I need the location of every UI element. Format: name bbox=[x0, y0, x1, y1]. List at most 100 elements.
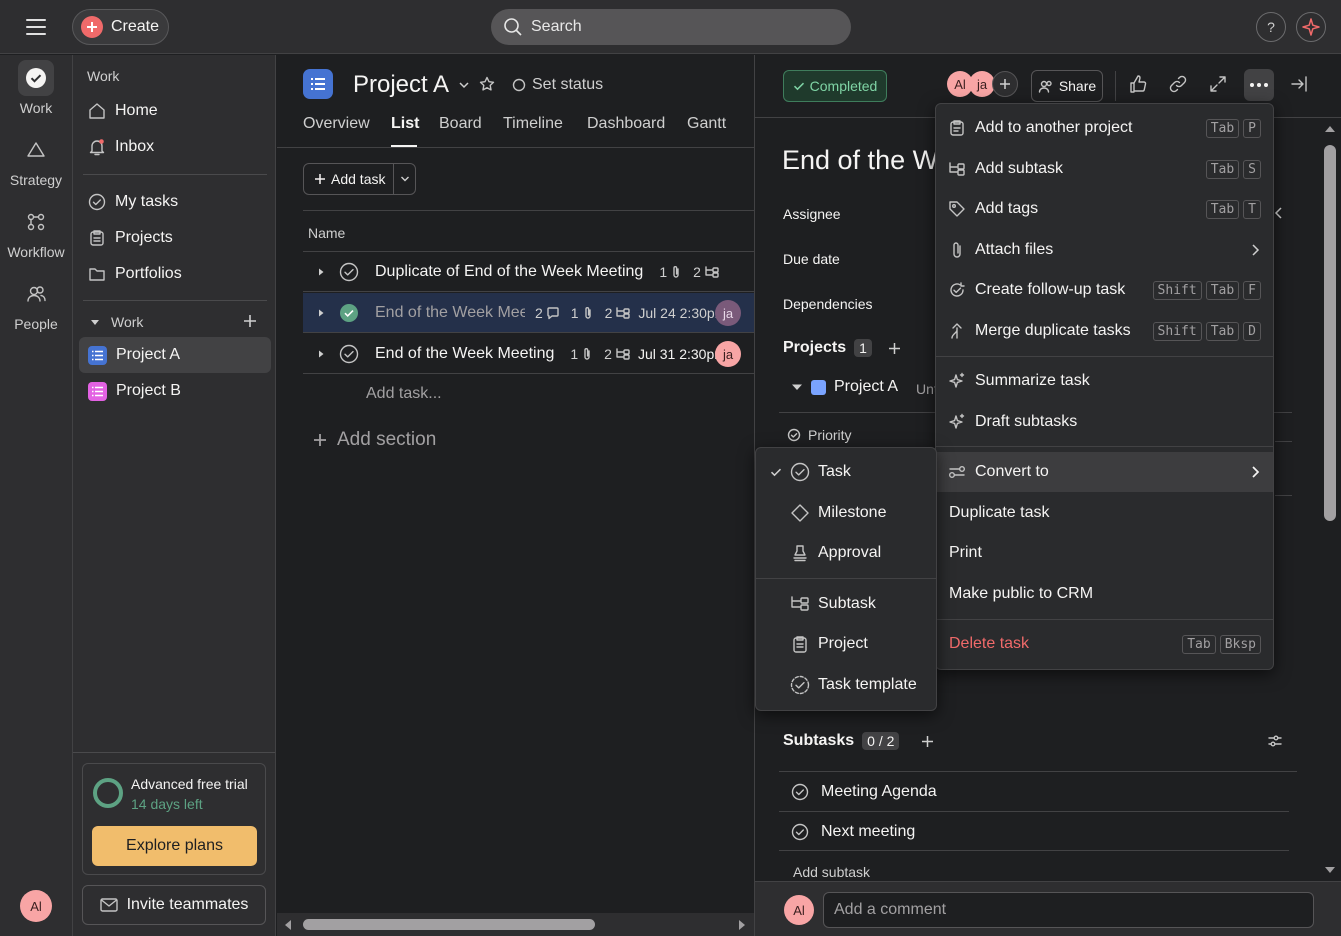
tab-overview[interactable]: Overview bbox=[303, 115, 370, 133]
assignee-avatar[interactable]: ja bbox=[715, 341, 741, 367]
convert-option-task-template[interactable]: Task template bbox=[756, 665, 936, 705]
menu-item-create-follow-up-task[interactable]: Create follow-up task Shift Tab F bbox=[936, 270, 1273, 310]
convert-option-approval[interactable]: Approval bbox=[756, 533, 936, 573]
add-project-plus-icon[interactable] bbox=[888, 342, 901, 355]
subtask-row[interactable]: Meeting Agenda bbox=[779, 771, 1297, 811]
subtask-name[interactable]: Meeting Agenda bbox=[821, 783, 937, 801]
add-project-plus-icon[interactable] bbox=[243, 314, 257, 328]
task-name[interactable]: End of the Week Mee bbox=[375, 304, 525, 322]
explore-plans-button[interactable]: Explore plans bbox=[92, 826, 257, 866]
rail-item-work[interactable]: Work bbox=[0, 60, 72, 116]
task-check-icon[interactable] bbox=[339, 262, 359, 282]
tab-dashboard[interactable]: Dashboard bbox=[587, 115, 665, 133]
user-avatar[interactable]: Al bbox=[20, 890, 52, 922]
task-name[interactable]: Duplicate of End of the Week Meeting bbox=[375, 263, 643, 281]
subtask-name[interactable]: Next meeting bbox=[821, 823, 915, 841]
link-icon[interactable] bbox=[1168, 74, 1188, 94]
chevron-left-icon[interactable] bbox=[1273, 206, 1283, 220]
task-completed-check-icon[interactable] bbox=[339, 303, 359, 323]
detail-project-item[interactable]: Project A bbox=[791, 378, 898, 396]
add-section-button[interactable]: Add section bbox=[313, 429, 436, 451]
subtask-options-icon[interactable] bbox=[1267, 734, 1283, 748]
add-task-inline[interactable]: Add task... bbox=[366, 385, 442, 403]
add-task-button[interactable]: Add task bbox=[303, 163, 416, 195]
menu-item-make-public-to-crm[interactable]: Make public to CRM bbox=[936, 574, 1273, 614]
task-due-date[interactable]: Jul 31 2:30pm bbox=[638, 346, 726, 362]
column-header-name[interactable]: Name bbox=[303, 210, 754, 252]
vertical-scroll-thumb[interactable] bbox=[1324, 145, 1336, 521]
convert-option-task[interactable]: Task bbox=[756, 452, 936, 492]
menu-item-add-tags[interactable]: Add tags Tab T bbox=[936, 189, 1273, 229]
menu-item-summarize-task[interactable]: Summarize task bbox=[936, 361, 1273, 401]
vertical-scrollbar[interactable] bbox=[1317, 118, 1341, 881]
scroll-right-arrow-icon[interactable] bbox=[737, 919, 747, 931]
add-collaborator-plus-icon[interactable] bbox=[992, 71, 1018, 97]
task-title[interactable]: End of the W bbox=[782, 145, 937, 176]
horizontal-scrollbar[interactable] bbox=[277, 913, 754, 936]
hamburger-menu-icon[interactable] bbox=[24, 16, 48, 38]
expand-triangle-icon[interactable] bbox=[303, 267, 339, 277]
sidebar-item-portfolios[interactable]: Portfolios bbox=[79, 256, 271, 292]
sidebar-item-my-tasks[interactable]: My tasks bbox=[79, 184, 271, 220]
close-pane-icon[interactable] bbox=[1289, 74, 1309, 94]
menu-item-print[interactable]: Print bbox=[936, 533, 1273, 573]
add-subtask-button[interactable]: Add subtask bbox=[793, 864, 870, 880]
menu-item-add-subtask[interactable]: Add subtask Tab S bbox=[936, 149, 1273, 189]
convert-option-milestone[interactable]: Milestone bbox=[756, 493, 936, 533]
set-status-button[interactable]: Set status bbox=[512, 76, 603, 94]
menu-item-attach-files[interactable]: Attach files bbox=[936, 230, 1273, 270]
task-row[interactable]: End of the Week Meeting 1 2 Jul 31 2:30p… bbox=[303, 334, 754, 374]
chevron-down-icon[interactable] bbox=[458, 79, 470, 91]
scroll-up-arrow-icon[interactable] bbox=[1324, 124, 1336, 134]
sidebar-item-inbox[interactable]: Inbox bbox=[79, 129, 271, 165]
sidebar-item-project-b[interactable]: Project B bbox=[79, 373, 271, 409]
tab-board[interactable]: Board bbox=[439, 115, 482, 133]
menu-item-delete-task[interactable]: Delete task Tab Bksp bbox=[936, 624, 1273, 664]
scroll-left-arrow-icon[interactable] bbox=[283, 919, 293, 931]
rail-item-workflow[interactable]: Workflow bbox=[0, 204, 72, 260]
ai-assistant-button[interactable] bbox=[1296, 12, 1326, 42]
help-button[interactable]: ? bbox=[1256, 12, 1286, 42]
sidebar-item-project-a[interactable]: Project A bbox=[79, 337, 271, 373]
sidebar-section-work[interactable]: Work bbox=[89, 314, 143, 330]
menu-item-convert-to[interactable]: Convert to bbox=[936, 452, 1273, 492]
completed-button[interactable]: Completed bbox=[783, 70, 887, 102]
menu-item-draft-subtasks[interactable]: Draft subtasks bbox=[936, 402, 1273, 442]
more-actions-button[interactable] bbox=[1244, 69, 1274, 101]
expand-triangle-icon[interactable] bbox=[303, 308, 339, 318]
task-row-selected[interactable]: End of the Week Mee 2 1 2 Jul 24 2:30pm … bbox=[303, 293, 754, 333]
rail-item-people[interactable]: People bbox=[0, 276, 72, 332]
menu-item-add-to-another-project[interactable]: Add to another project Tab P bbox=[936, 108, 1273, 148]
like-thumb-icon[interactable] bbox=[1128, 74, 1148, 94]
task-check-icon[interactable] bbox=[791, 783, 809, 801]
expand-triangle-icon[interactable] bbox=[303, 349, 339, 359]
chevron-down-icon[interactable] bbox=[394, 174, 415, 184]
star-icon[interactable] bbox=[479, 76, 495, 92]
comment-input[interactable]: Add a comment bbox=[823, 892, 1314, 928]
convert-option-subtask[interactable]: Subtask bbox=[756, 584, 936, 624]
tab-gantt[interactable]: Gantt bbox=[687, 115, 726, 133]
search-input[interactable]: Search bbox=[491, 9, 851, 45]
task-check-icon[interactable] bbox=[339, 344, 359, 364]
share-button[interactable]: Share bbox=[1031, 70, 1103, 102]
task-row[interactable]: Duplicate of End of the Week Meeting 1 2 bbox=[303, 252, 754, 292]
rail-item-strategy[interactable]: Strategy bbox=[0, 132, 72, 188]
task-check-icon[interactable] bbox=[791, 823, 809, 841]
horizontal-scroll-thumb[interactable] bbox=[303, 919, 595, 930]
tab-list[interactable]: List bbox=[391, 115, 419, 133]
sidebar-item-projects[interactable]: Projects bbox=[79, 220, 271, 256]
subtask-row[interactable]: Next meeting bbox=[779, 811, 1289, 851]
sidebar-item-home[interactable]: Home bbox=[79, 93, 271, 129]
assignee-avatar[interactable]: ja bbox=[715, 300, 741, 326]
task-due-date[interactable]: Jul 24 2:30pm bbox=[638, 305, 726, 321]
menu-item-duplicate-task[interactable]: Duplicate task bbox=[936, 493, 1273, 533]
task-name[interactable]: End of the Week Meeting bbox=[375, 345, 554, 363]
convert-option-project[interactable]: Project bbox=[756, 624, 936, 664]
tab-timeline[interactable]: Timeline bbox=[503, 115, 563, 133]
create-button[interactable]: Create bbox=[72, 9, 169, 45]
menu-item-merge-duplicate-tasks[interactable]: Merge duplicate tasks Shift Tab D bbox=[936, 311, 1273, 351]
invite-teammates-button[interactable]: Invite teammates bbox=[82, 885, 266, 925]
scroll-down-arrow-icon[interactable] bbox=[1324, 865, 1336, 875]
expand-icon[interactable] bbox=[1208, 74, 1228, 94]
add-subtask-plus-icon[interactable] bbox=[921, 735, 934, 748]
